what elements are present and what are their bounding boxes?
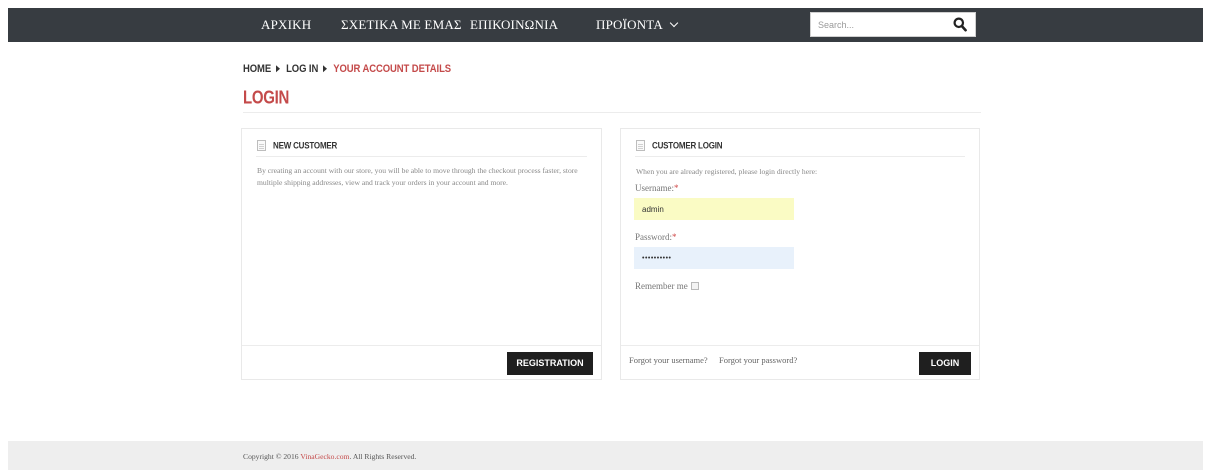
breadcrumb: HOME LOG IN YOUR ACCOUNT DETAILS — [243, 63, 451, 76]
username-field[interactable] — [634, 198, 794, 220]
registration-button[interactable]: REGISTRATION — [507, 352, 593, 375]
password-field[interactable] — [634, 247, 794, 269]
nav-item-label: ΕΠΙΚΟΙΝΩΝΙΑ — [470, 17, 559, 32]
nav-item-products[interactable]: ΠΡΟΪΟΝΤΑ — [596, 8, 679, 42]
breadcrumb-current: YOUR ACCOUNT DETAILS — [333, 63, 452, 76]
breadcrumb-home[interactable]: HOME — [243, 63, 271, 76]
document-icon — [636, 140, 645, 151]
breadcrumb-arrow-icon — [323, 65, 328, 73]
page-footer: Copyright © 2016 VinaGecko.com. All Righ… — [8, 441, 1203, 470]
username-label: Username:* — [635, 183, 678, 193]
new-customer-panel: NEW CUSTOMER By creating an account with… — [241, 128, 602, 380]
remember-me-checkbox[interactable] — [690, 281, 699, 290]
search-box — [810, 12, 976, 37]
copyright-text: Copyright © 2016 VinaGecko.com. All Righ… — [243, 452, 416, 461]
new-customer-description: By creating an account with our store, y… — [257, 166, 578, 187]
customer-login-panel: CUSTOMER LOGIN When you are already regi… — [620, 128, 980, 380]
username-label-text: Username: — [635, 183, 674, 193]
panel-footer: REGISTRATION — [242, 345, 601, 379]
new-customer-heading: NEW CUSTOMER — [273, 140, 338, 151]
required-mark: * — [672, 232, 677, 242]
page: ΑΡΧΙΚΗ ΣΧΕΤΙΚΑ ΜΕ ΕΜΑΣ ΕΠΙΚΟΙΝΩΝΙΑ ΠΡΟΪΟ… — [0, 0, 1211, 470]
nav-item-label: ΣΧΕΤΙΚΑ ΜΕ ΕΜΑΣ — [341, 17, 462, 32]
brand-link[interactable]: VinaGecko.com — [300, 452, 349, 461]
remember-me: Remember me — [635, 281, 699, 291]
title-divider — [243, 112, 981, 113]
breadcrumb-login[interactable]: LOG IN — [286, 63, 318, 76]
customer-login-heading: CUSTOMER LOGIN — [652, 140, 723, 151]
nav-item-contact[interactable]: ΕΠΙΚΟΙΝΩΝΙΑ — [470, 8, 558, 42]
password-label-text: Password: — [635, 232, 673, 242]
password-label: Password:* — [635, 232, 677, 242]
nav-item-home[interactable]: ΑΡΧΙΚΗ — [261, 8, 311, 42]
nav-item-about[interactable]: ΣΧΕΤΙΚΑ ΜΕ ΕΜΑΣ — [341, 8, 462, 42]
nav-item-label: ΠΡΟΪΟΝΤΑ — [596, 17, 663, 32]
search-input[interactable] — [811, 13, 949, 36]
panel-footer: Forgot your username? Forgot your passwo… — [621, 345, 979, 379]
document-icon — [257, 140, 266, 151]
login-button[interactable]: LOGIN — [919, 352, 971, 375]
panel-header: NEW CUSTOMER — [256, 139, 587, 157]
chevron-down-icon — [669, 18, 679, 28]
forgot-password-link[interactable]: Forgot your password? — [719, 355, 797, 365]
forgot-username-link[interactable]: Forgot your username? — [629, 355, 708, 365]
page-title: LOGIN — [243, 88, 289, 109]
breadcrumb-arrow-icon — [276, 65, 281, 73]
search-icon[interactable] — [953, 17, 967, 32]
copyright-suffix: . All Rights Reserved. — [349, 452, 417, 461]
copyright-prefix: Copyright © 2016 — [243, 452, 301, 461]
required-mark: * — [673, 183, 679, 193]
login-intro-text: When you are already registered, please … — [636, 167, 818, 176]
remember-me-label: Remember me — [635, 281, 688, 291]
nav-item-label: ΑΡΧΙΚΗ — [261, 17, 312, 32]
top-nav-bar: ΑΡΧΙΚΗ ΣΧΕΤΙΚΑ ΜΕ ΕΜΑΣ ΕΠΙΚΟΙΝΩΝΙΑ ΠΡΟΪΟ… — [8, 8, 1203, 42]
panel-header: CUSTOMER LOGIN — [635, 139, 965, 157]
